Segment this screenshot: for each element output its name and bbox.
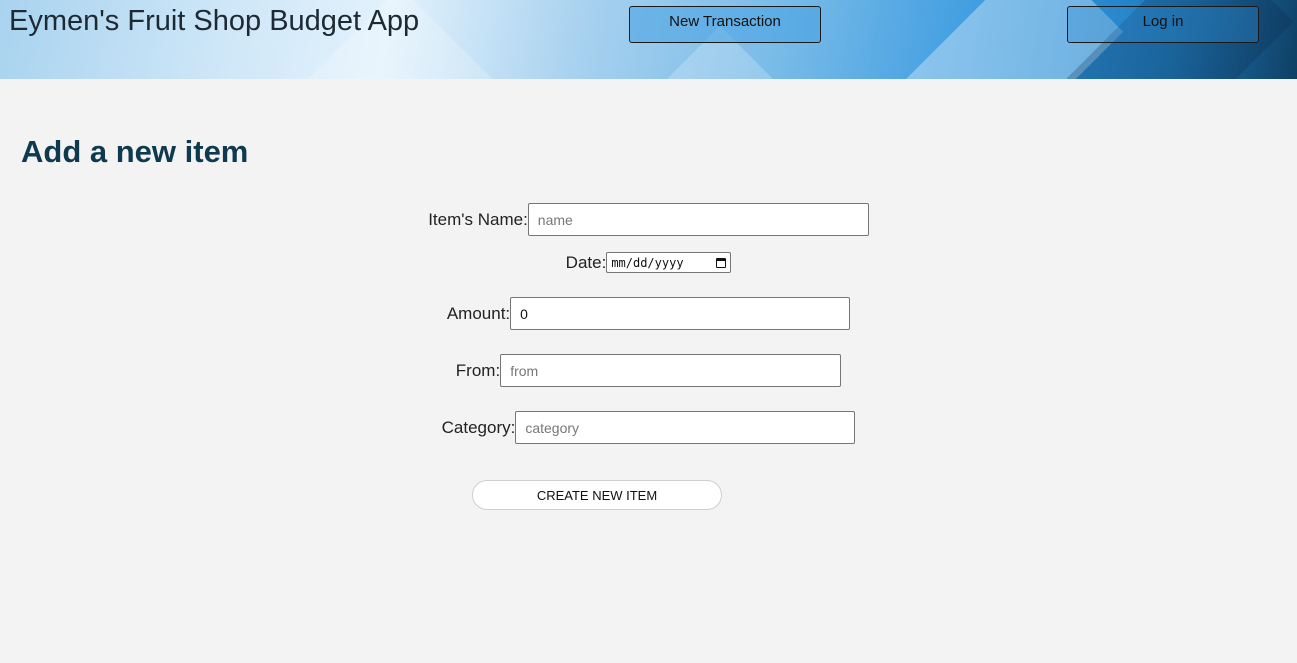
date-input[interactable]: mm/dd/yyyy xyxy=(606,252,732,273)
name-row: Item's Name: xyxy=(0,203,1297,236)
category-input[interactable] xyxy=(515,411,856,444)
new-transaction-button[interactable]: New Transaction xyxy=(629,6,821,43)
name-input[interactable] xyxy=(527,203,869,236)
page-title: Add a new item xyxy=(21,134,249,169)
app-title: Eymen's Fruit Shop Budget App xyxy=(9,5,420,37)
calendar-icon[interactable] xyxy=(716,257,727,268)
category-label: Category: xyxy=(441,417,516,437)
amount-label: Amount: xyxy=(446,303,511,323)
name-label: Item's Name: xyxy=(428,209,528,229)
category-row: Category: xyxy=(0,411,1297,444)
from-row: From: xyxy=(0,354,1297,387)
date-row: Date: mm/dd/yyyy xyxy=(0,252,1297,273)
create-item-button[interactable]: CREATE NEW ITEM xyxy=(472,480,722,510)
date-placeholder: mm/dd/yyyy xyxy=(611,255,684,270)
from-input[interactable] xyxy=(500,354,842,387)
from-label: From: xyxy=(455,360,501,380)
amount-row: Amount: xyxy=(0,297,1297,330)
app-header: Eymen's Fruit Shop Budget App New Transa… xyxy=(0,0,1297,79)
date-label: Date: xyxy=(565,252,607,272)
login-button[interactable]: Log in xyxy=(1067,6,1259,43)
amount-input[interactable] xyxy=(510,297,851,330)
